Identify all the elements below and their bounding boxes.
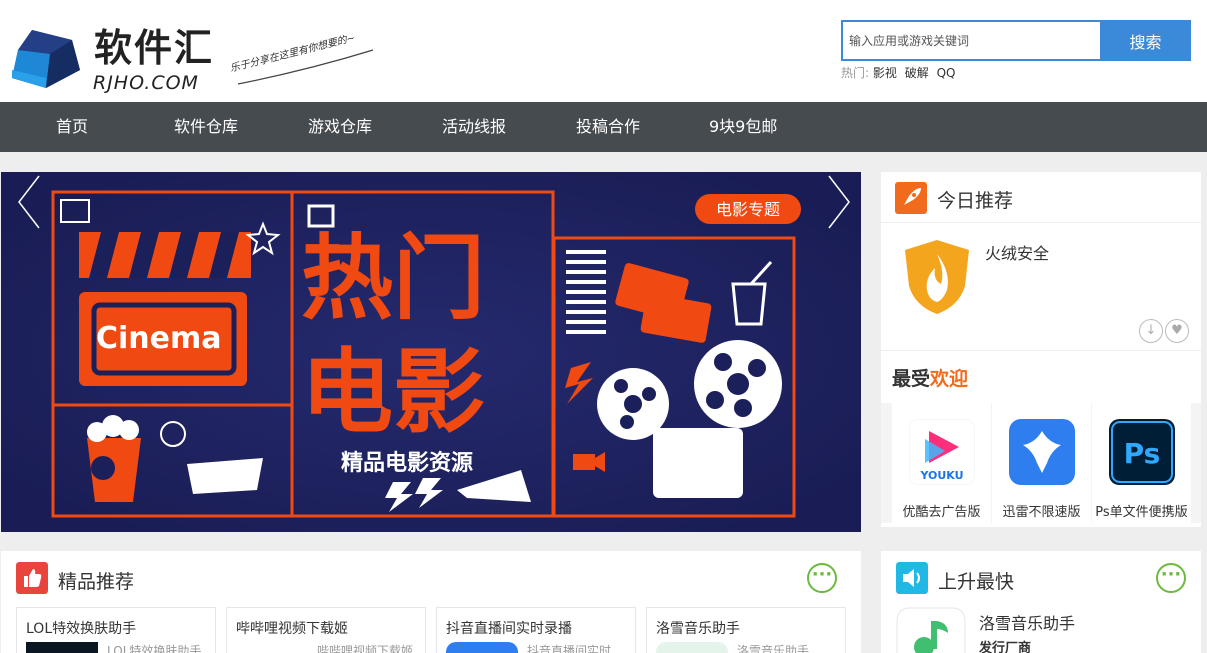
- speaker-icon: [896, 562, 928, 594]
- hot-keywords: 热门: 影视 破解 QQ: [841, 64, 959, 81]
- search-box: [841, 20, 1101, 61]
- featured-card-luoxue[interactable]: 洛雪音乐助手 洛雪音乐助手: [646, 607, 846, 653]
- featured-card-bilibili[interactable]: 哔哔哩视频下载姬 哔哔哩视频下载姬: [226, 607, 426, 653]
- popular-app-youku[interactable]: YOUKU 优酷去广告版: [892, 403, 991, 523]
- card-title: LOL特效换肤助手: [26, 621, 137, 637]
- xunlei-icon: [1009, 419, 1075, 485]
- banner-next-arrow-icon[interactable]: [823, 172, 853, 232]
- card-thumbnail: [26, 642, 98, 653]
- rising-title: 上升最快: [938, 571, 1015, 593]
- card-subtitle: 哔哔哩视频下载姬: [317, 644, 414, 653]
- hot-link-movies[interactable]: 影视: [873, 66, 897, 80]
- card-thumbnail: [656, 642, 728, 653]
- card-title: 洛雪音乐助手: [656, 621, 740, 637]
- svg-text:YOUKU: YOUKU: [919, 469, 963, 482]
- banner-tag: 电影专题: [716, 200, 780, 219]
- banner-graphic: Cinema 热门 电影 精品电影资源 电影专题: [1, 172, 861, 532]
- huorong-app-icon[interactable]: [903, 238, 971, 316]
- heart-icon[interactable]: ♥: [1165, 319, 1189, 343]
- today-app-name[interactable]: 火绒安全: [985, 240, 1049, 264]
- banner-title-line1: 热门: [301, 225, 485, 332]
- banner-prev-arrow-icon[interactable]: [15, 172, 45, 232]
- logo-domain[interactable]: RJHO.COM: [93, 72, 199, 94]
- nav-item-submit[interactable]: 投稿合作: [576, 102, 640, 152]
- banner-subtitle: 精品电影资源: [341, 450, 473, 476]
- youku-icon: YOUKU: [909, 419, 975, 485]
- most-popular-panel: 最受欢迎 YOUKU 优酷去广告版 迅雷不限速版 Ps Ps单文件便携版: [881, 351, 1201, 527]
- header: 软件汇 RJHO.COM 乐于分享在这里有你想要的~ 搜索 热门: 影视 破解 …: [0, 0, 1207, 102]
- rising-app-developer: 发行厂商: [979, 641, 1032, 653]
- banner-carousel[interactable]: Cinema 热门 电影 精品电影资源 电影专题: [1, 172, 861, 532]
- divider: [881, 222, 1201, 223]
- popular-app-label: Ps单文件便携版: [1095, 505, 1188, 520]
- card-thumbnail: [236, 642, 308, 653]
- logo-cube-icon[interactable]: [10, 28, 82, 90]
- popular-title-prefix: 最受: [892, 368, 931, 390]
- thumbs-up-icon: [16, 562, 48, 594]
- featured-section: 精品推荐 ··· LOL特效换肤助手 LOL特效换肤助手 哔哔哩视频下载姬 哔哔…: [1, 551, 861, 653]
- banner-cinema-text: Cinema: [96, 321, 222, 356]
- popular-app-label: 优酷去广告版: [902, 505, 981, 520]
- hot-label: 热门:: [841, 66, 870, 80]
- card-subtitle: LOL特效换肤助手: [107, 644, 202, 653]
- rising-app-name[interactable]: 洛雪音乐助手: [979, 610, 1075, 634]
- luoxue-app-icon[interactable]: [896, 607, 966, 653]
- nav-item-activities[interactable]: 活动线报: [442, 102, 506, 152]
- hot-link-crack[interactable]: 破解: [905, 66, 929, 80]
- featured-card-douyin[interactable]: 抖音直播间实时录播 抖音直播间实时...: [436, 607, 636, 653]
- popular-app-photoshop[interactable]: Ps Ps单文件便携版: [1092, 403, 1191, 523]
- nav-item-deals[interactable]: 9块9包邮: [709, 102, 777, 152]
- search-input[interactable]: [843, 22, 1101, 59]
- featured-card-lol[interactable]: LOL特效换肤助手 LOL特效换肤助手: [16, 607, 216, 653]
- main-nav: 首页 软件仓库 游戏仓库 活动线报 投稿合作 9块9包邮: [0, 102, 1207, 152]
- nav-item-home[interactable]: 首页: [56, 102, 88, 152]
- card-thumbnail: [446, 642, 518, 653]
- card-title: 抖音直播间实时录播: [446, 621, 572, 637]
- card-subtitle: 抖音直播间实时...: [527, 644, 623, 653]
- nav-item-software[interactable]: 软件仓库: [174, 102, 238, 152]
- card-subtitle: 洛雪音乐助手: [737, 644, 810, 653]
- search-button[interactable]: 搜索: [1100, 20, 1191, 61]
- rocket-icon: [895, 182, 927, 214]
- download-icon[interactable]: ↓: [1139, 319, 1163, 343]
- rising-more-button[interactable]: ···: [1156, 563, 1186, 593]
- banner-title-line2: 电影: [301, 339, 485, 446]
- popular-app-list: YOUKU 优酷去广告版 迅雷不限速版 Ps Ps单文件便携版: [881, 403, 1201, 523]
- today-recommend-panel: 今日推荐 火绒安全 ↓ ♥: [881, 172, 1201, 350]
- nav-item-games[interactable]: 游戏仓库: [308, 102, 372, 152]
- featured-title: 精品推荐: [58, 571, 135, 593]
- logo-text[interactable]: 软件汇: [94, 28, 214, 68]
- popular-title-accent: 欢迎: [930, 368, 969, 390]
- featured-more-button[interactable]: ···: [807, 563, 837, 593]
- popular-app-label: 迅雷不限速版: [1002, 505, 1081, 520]
- photoshop-icon: Ps: [1109, 419, 1175, 485]
- rising-section: 上升最快 ··· 洛雪音乐助手 发行厂商: [881, 551, 1201, 653]
- svg-text:Ps: Ps: [1124, 437, 1161, 470]
- popular-app-xunlei[interactable]: 迅雷不限速版: [992, 403, 1091, 523]
- popular-title: 最受欢迎: [892, 364, 968, 391]
- today-title: 今日推荐: [937, 190, 1014, 212]
- card-title: 哔哔哩视频下载姬: [236, 621, 348, 637]
- hot-link-qq[interactable]: QQ: [937, 66, 956, 80]
